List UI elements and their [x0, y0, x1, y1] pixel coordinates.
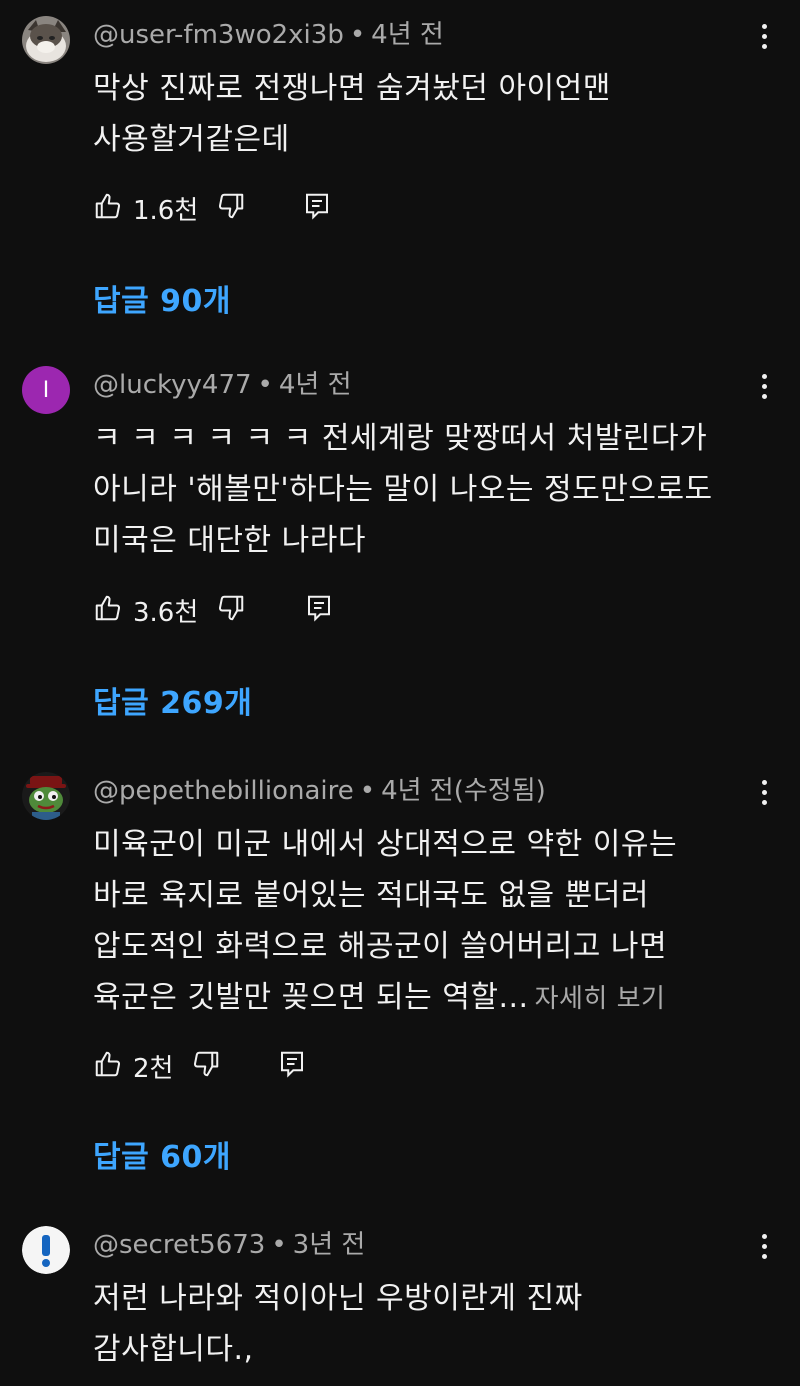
comment-author[interactable]: @user-fm3wo2xi3b: [93, 20, 344, 50]
replies-button[interactable]: 답글 269개: [93, 678, 252, 722]
read-more-link[interactable]: 자세히 보기: [535, 984, 666, 1014]
avatar[interactable]: [22, 1226, 70, 1274]
thumb-up-icon[interactable]: [93, 593, 123, 627]
more-vert-icon[interactable]: [758, 374, 770, 406]
comment-text: 미육군이 미군 내에서 상대적으로 약한 이유는 바로 육지로 붙어있는 적대국…: [93, 819, 753, 1025]
comment-text: ㅋ ㅋ ㅋ ㅋ ㅋ ㅋ 전세계랑 맞짱떠서 처발린다가 아니라 '해볼만'하다는…: [93, 413, 753, 566]
avatar[interactable]: I: [22, 366, 70, 414]
replies-button[interactable]: 답글 90개: [93, 276, 231, 320]
more-vert-icon[interactable]: [758, 24, 770, 56]
more-vert-icon[interactable]: [758, 780, 770, 812]
replies-button[interactable]: 답글 60개: [93, 1132, 231, 1176]
avatar[interactable]: [22, 772, 70, 820]
more-vert-icon[interactable]: [758, 1234, 770, 1266]
comment-actions: 3.6천: [93, 590, 334, 630]
comment-actions: 1.6천: [93, 188, 332, 228]
reply-icon[interactable]: [302, 191, 332, 225]
comment-meta: @user-fm3wo2xi3b • 4년 전: [93, 18, 444, 52]
thumb-up-icon[interactable]: [93, 1049, 123, 1083]
comment-body: 저런 나라와 적이아닌 우방이란게 진짜 감사합니다.,: [93, 1281, 583, 1367]
like-count: 3.6천: [133, 597, 199, 628]
comment-actions: 2천: [93, 1046, 307, 1086]
separator-dot: •: [271, 1230, 287, 1260]
comment-meta: @pepethebillionaire • 4년 전(수정됨): [93, 774, 546, 808]
like-count: 2천: [133, 1053, 174, 1084]
comment-meta: @luckyy477 • 4년 전: [93, 368, 352, 402]
comment-body: 막상 진짜로 전쟁나면 숨겨놨던 아이언맨 사용할거같은데: [93, 71, 611, 157]
thumb-down-icon[interactable]: [191, 1049, 221, 1083]
comment-text: 저런 나라와 적이아닌 우방이란게 진짜 감사합니다.,: [93, 1273, 753, 1375]
comment-body: ㅋ ㅋ ㅋ ㅋ ㅋ ㅋ 전세계랑 맞짱떠서 처발린다가 아니라 '해볼만'하다는…: [93, 421, 713, 558]
separator-dot: •: [349, 20, 366, 50]
comment-time: 3년 전: [292, 1230, 366, 1260]
reply-icon[interactable]: [277, 1049, 307, 1083]
comment-meta: @secret5673 • 3년 전: [93, 1228, 365, 1262]
comment-time: 4년 전: [371, 20, 444, 50]
comment-text: 막상 진짜로 전쟁나면 숨겨놨던 아이언맨 사용할거같은데: [93, 63, 753, 165]
separator-dot: •: [359, 776, 376, 806]
reply-icon[interactable]: [304, 593, 334, 627]
like-count: 1.6천: [133, 195, 199, 226]
thumb-up-icon[interactable]: [93, 191, 123, 225]
comment-author[interactable]: @luckyy477: [93, 370, 252, 400]
separator-dot: •: [257, 370, 273, 400]
avatar[interactable]: [22, 16, 70, 64]
comment-time: 4년 전: [278, 370, 352, 400]
thumb-down-icon[interactable]: [216, 593, 246, 627]
thumb-down-icon[interactable]: [216, 191, 246, 225]
comment-author[interactable]: @pepethebillionaire: [93, 776, 354, 806]
comment-time: 4년 전(수정됨): [381, 776, 546, 806]
comment-author[interactable]: @secret5673: [93, 1230, 265, 1260]
